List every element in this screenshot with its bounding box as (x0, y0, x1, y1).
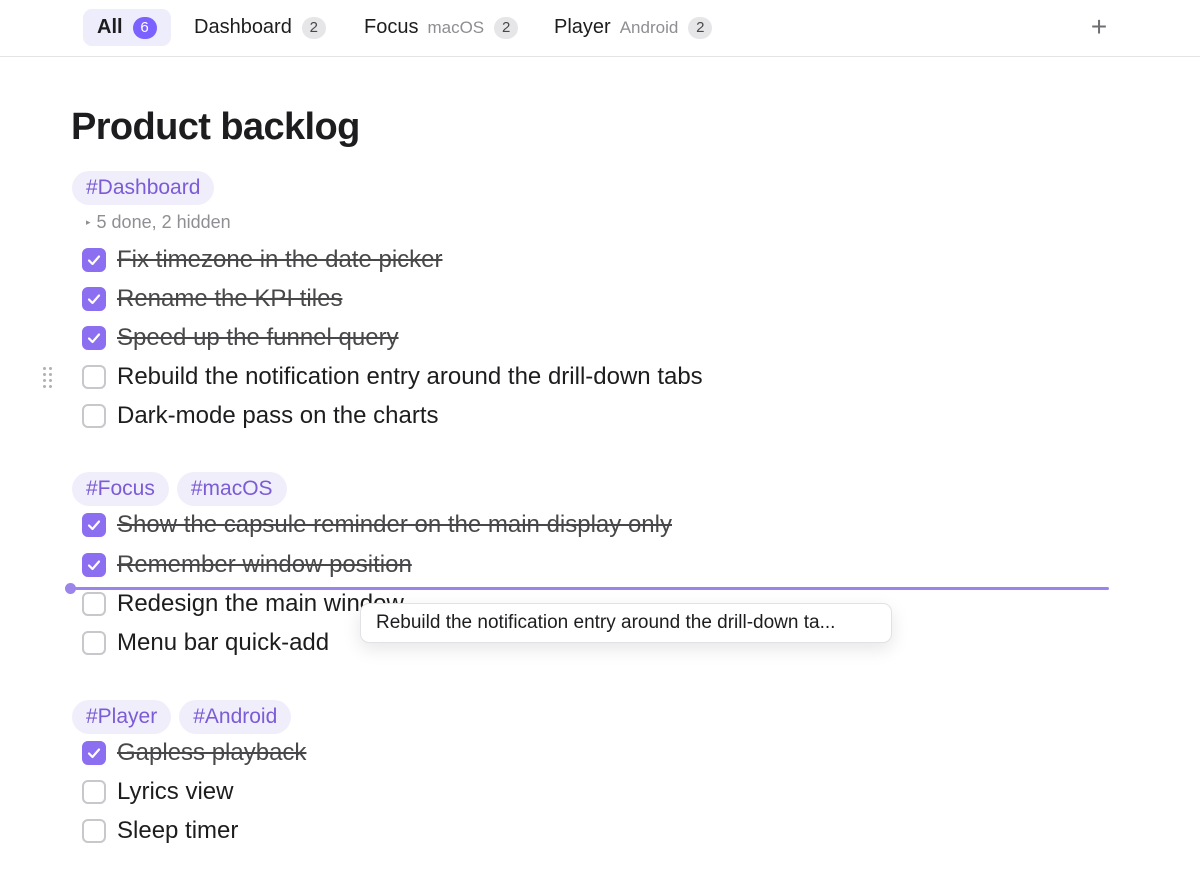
task-item[interactable]: Remember window position (82, 550, 412, 580)
done-summary-toggle[interactable]: ▸ 5 done, 2 hidden (86, 212, 231, 233)
tag-row: #Player #Android (72, 700, 292, 734)
tag-chip[interactable]: #Android (179, 700, 292, 734)
task-item[interactable]: Speed up the funnel query (82, 323, 399, 353)
task-item[interactable]: Fix timezone in the date picker (82, 245, 443, 275)
tab-count-badge: 2 (494, 16, 519, 39)
task-item[interactable]: Lyrics view (82, 777, 233, 807)
tab-all[interactable]: All 6 (83, 9, 171, 46)
tab-count-badge: 2 (688, 16, 713, 39)
task-item[interactable]: Rebuild the notification entry around th… (82, 362, 703, 392)
tag-row: #Dashboard (72, 171, 215, 205)
task-checkbox[interactable] (82, 287, 106, 311)
task-label: Rename the KPI tiles (117, 285, 343, 312)
page-title: Product backlog (71, 106, 360, 148)
tab-sublabel: macOS (427, 17, 485, 37)
task-checkbox[interactable] (82, 248, 106, 272)
task-checkbox[interactable] (82, 741, 106, 765)
checkmark-icon (87, 294, 101, 305)
tab-sublabel: Android (619, 17, 679, 37)
tag-chip[interactable]: #Dashboard (72, 171, 215, 205)
task-label: Show the capsule reminder on the main di… (117, 511, 672, 538)
task-checkbox[interactable] (82, 404, 106, 428)
task-checkbox[interactable] (82, 631, 106, 655)
add-tab-button[interactable]: + (1084, 11, 1114, 42)
task-checkbox[interactable] (82, 513, 106, 537)
task-item[interactable]: Dark-mode pass on the charts (82, 401, 438, 431)
tab-label: Dashboard (194, 16, 292, 38)
task-item[interactable]: Sleep timer (82, 816, 238, 846)
task-item[interactable]: Show the capsule reminder on the main di… (82, 510, 672, 540)
tab-label: Focus (364, 16, 419, 38)
tag-row: #Focus #macOS (72, 472, 287, 506)
task-label: Remember window position (117, 551, 412, 578)
task-checkbox[interactable] (82, 326, 106, 350)
task-item[interactable]: Rename the KPI tiles (82, 284, 342, 314)
disclosure-triangle-icon: ▸ (86, 217, 91, 227)
checkmark-icon (87, 255, 101, 266)
task-label: Sleep timer (117, 817, 239, 844)
tab-player[interactable]: Player Android 2 (540, 9, 726, 46)
tag-chip[interactable]: #Player (72, 700, 172, 734)
tab-dashboard[interactable]: Dashboard 2 (180, 9, 340, 46)
task-label: Rebuild the notification entry around th… (117, 363, 703, 390)
task-label: Lyrics view (117, 778, 234, 805)
checkmark-icon (87, 520, 101, 531)
tag-chip[interactable]: #macOS (176, 472, 287, 506)
tag-chip[interactable]: #Focus (72, 472, 169, 506)
task-label: Speed up the funnel query (117, 324, 399, 351)
checkmark-icon (87, 560, 101, 571)
tab-label: Player (554, 16, 611, 38)
task-label: Gapless playback (117, 739, 307, 766)
task-checkbox[interactable] (82, 553, 106, 577)
tab-label: All (97, 16, 123, 38)
task-checkbox[interactable] (82, 780, 106, 804)
task-checkbox[interactable] (82, 365, 106, 389)
task-label: Menu bar quick-add (117, 629, 330, 656)
checkmark-icon (87, 748, 101, 759)
tab-count-badge: 2 (301, 16, 326, 39)
drag-handle-icon[interactable] (43, 367, 55, 388)
checkmark-icon (87, 333, 101, 344)
task-item[interactable]: Menu bar quick-add (82, 628, 329, 658)
task-label: Fix timezone in the date picker (117, 246, 443, 273)
task-checkbox[interactable] (82, 819, 106, 843)
task-checkbox[interactable] (82, 592, 106, 616)
task-item[interactable]: Gapless playback (82, 738, 306, 768)
task-label: Dark-mode pass on the charts (117, 402, 439, 429)
tab-focus[interactable]: Focus macOS 2 (350, 9, 532, 46)
drag-ghost-preview: Rebuild the notification entry around th… (360, 603, 892, 643)
done-summary-text: 5 done, 2 hidden (96, 212, 231, 232)
drop-indicator-dot (65, 583, 76, 594)
tab-count-badge: 6 (132, 16, 157, 39)
tab-bar: All 6 Dashboard 2 Focus macOS 2 Player A… (0, 0, 1200, 57)
task-item[interactable]: Redesign the main window (82, 589, 404, 619)
